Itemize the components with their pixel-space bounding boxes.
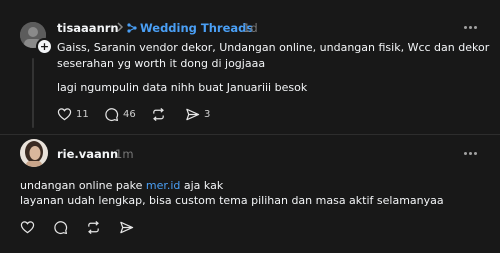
heart-icon — [57, 107, 72, 120]
repost-button[interactable] — [151, 106, 166, 122]
username[interactable]: rie.vaann — [57, 147, 118, 161]
comment-button[interactable] — [53, 219, 68, 235]
repost-icon — [88, 220, 99, 234]
chevron-right-icon — [116, 22, 124, 35]
reply-text-line: undangan online pake mer.id aja kak — [20, 178, 223, 194]
timestamp: 1d — [243, 21, 258, 35]
timestamp: 1m — [115, 147, 134, 161]
more-options-icon[interactable] — [464, 152, 478, 156]
send-icon — [186, 108, 200, 120]
share-button[interactable]: 3 — [185, 106, 210, 122]
follow-plus-icon[interactable]: + — [36, 38, 53, 55]
topic-link[interactable]: Wedding Threads — [140, 21, 253, 35]
mer-id-link[interactable]: mer.id — [146, 179, 181, 192]
send-icon — [120, 221, 134, 233]
comment-icon — [54, 220, 68, 234]
thread-reply: rie.vaann 1m undangan online pake mer.id… — [0, 135, 500, 253]
heart-icon — [20, 220, 35, 233]
comment-icon — [105, 107, 119, 121]
repost-icon — [153, 107, 164, 121]
comment-count: 46 — [123, 108, 136, 120]
comment-button[interactable]: 46 — [104, 106, 136, 122]
post-text-line: Gaiss, Saranin vendor dekor, Undangan on… — [57, 41, 490, 54]
post-text-line: seserahan yg worth it dong di jogjaaa — [57, 57, 266, 70]
share-count: 3 — [204, 108, 211, 120]
like-button[interactable]: 11 — [57, 106, 89, 122]
topic-tag-icon — [127, 23, 137, 33]
repost-button[interactable] — [86, 219, 101, 235]
avatar[interactable] — [20, 139, 48, 167]
username[interactable]: tisaaanrn — [57, 21, 119, 35]
post-text-paragraph: lagi ngumpulin data nihh buat Januariii … — [57, 81, 308, 94]
reply-text: aja kak — [180, 179, 224, 192]
reply-text: undangan online pake — [20, 179, 146, 192]
like-count: 11 — [76, 108, 89, 120]
reply-text-line: layanan udah lengkap, bisa custom tema p… — [20, 194, 444, 207]
thread-line — [32, 58, 34, 128]
thread-post: + tisaaanrn Wedding Threads 1d Gaiss, Sa… — [0, 0, 500, 134]
avatar-photo-icon — [20, 139, 48, 167]
more-options-icon[interactable] — [464, 26, 478, 30]
like-button[interactable] — [20, 219, 35, 235]
share-button[interactable] — [119, 219, 134, 235]
